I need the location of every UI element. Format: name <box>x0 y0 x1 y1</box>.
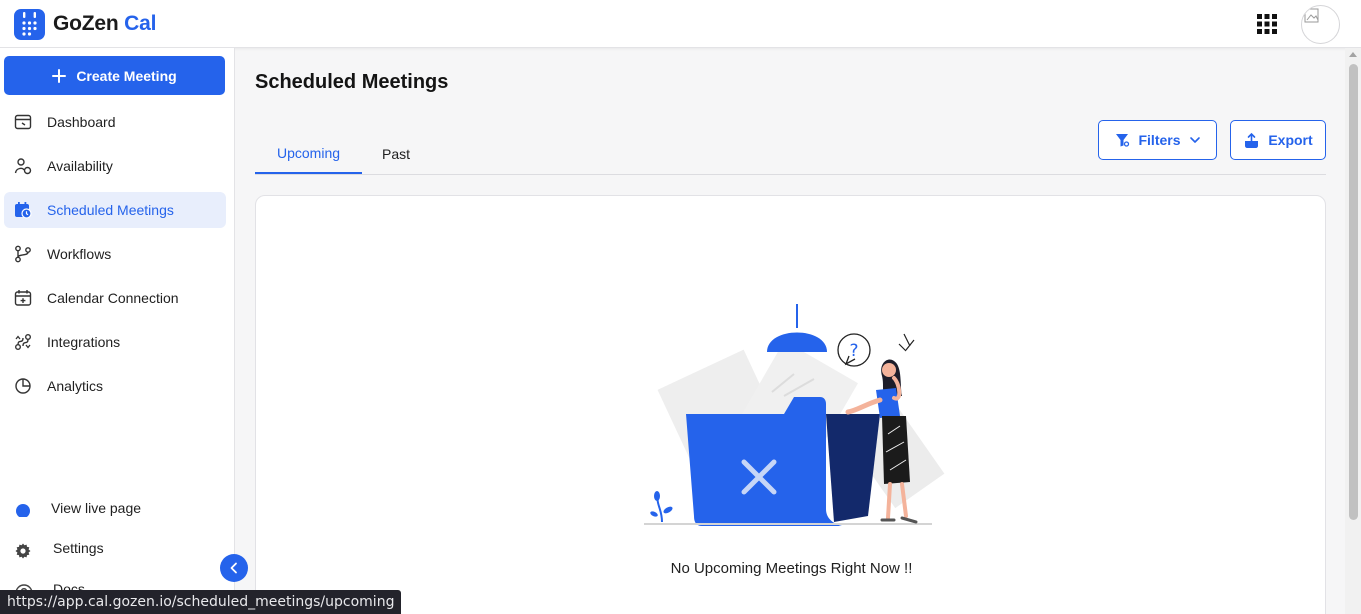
svg-text:?: ? <box>849 341 858 361</box>
sidebar-item-label: Integrations <box>47 334 121 350</box>
availability-icon <box>14 158 32 175</box>
gear-icon <box>15 543 31 559</box>
sidebar-item-label: Dashboard <box>47 114 116 130</box>
sidebar-item-availability[interactable]: Availability <box>4 148 226 184</box>
sidebar-item-integrations[interactable]: Integrations <box>4 324 226 360</box>
export-icon <box>1245 132 1259 148</box>
calendar-plus-icon <box>14 290 32 306</box>
tabs-divider <box>255 174 1326 175</box>
dashboard-icon <box>14 114 32 130</box>
export-label: Export <box>1268 132 1313 148</box>
gozen-cal-logo-icon <box>14 8 45 40</box>
sidebar-item-dashboard[interactable]: Dashboard <box>4 104 226 140</box>
brand-name-part1: GoZen <box>53 12 119 35</box>
settings-label: Settings <box>53 540 104 556</box>
view-live-page-link[interactable]: View live page <box>14 496 214 520</box>
plus-icon <box>52 68 67 83</box>
brand[interactable]: GoZen Cal <box>14 8 156 40</box>
top-bar: GoZen Cal <box>0 0 1361 48</box>
sidebar-item-label: Availability <box>47 158 113 174</box>
sidebar: Create Meeting Dashboard Availability Sc… <box>0 48 235 614</box>
user-avatar[interactable] <box>1301 5 1340 44</box>
workflow-icon <box>15 245 31 263</box>
meetings-card: ? No Upcoming Meetings Right Now !! <box>255 195 1326 614</box>
empty-state-illustration: ? <box>644 304 954 534</box>
calendar-clock-icon <box>15 202 32 219</box>
view-live-page-label: View live page <box>51 500 142 516</box>
sidebar-item-label: Scheduled Meetings <box>47 202 174 218</box>
pie-chart-icon <box>15 378 31 394</box>
sidebar-item-calendar-connection[interactable]: Calendar Connection <box>4 280 226 316</box>
filters-button[interactable]: Filters <box>1098 120 1217 160</box>
chevron-left-icon <box>230 562 237 574</box>
export-button[interactable]: Export <box>1230 120 1326 160</box>
create-meeting-label: Create Meeting <box>76 67 177 84</box>
brand-name: GoZen Cal <box>53 12 156 36</box>
scroll-up-arrow-icon[interactable] <box>1349 52 1357 57</box>
live-dot-icon <box>16 504 30 517</box>
chevron-down-icon <box>1189 137 1200 143</box>
sidebar-item-label: Analytics <box>47 378 104 394</box>
create-meeting-button[interactable]: Create Meeting <box>4 56 225 95</box>
apps-grid-icon[interactable] <box>1256 13 1278 35</box>
brand-name-part2: Cal <box>124 12 157 35</box>
sidebar-item-scheduled-meetings[interactable]: Scheduled Meetings <box>4 192 226 228</box>
scrollbar-thumb[interactable] <box>1349 64 1358 520</box>
filters-label: Filters <box>1138 132 1181 148</box>
sidebar-item-analytics[interactable]: Analytics <box>4 368 226 404</box>
settings-link[interactable]: Settings <box>14 536 214 560</box>
sidebar-item-label: Workflows <box>47 246 112 262</box>
filter-icon <box>1116 134 1130 147</box>
main-content: Scheduled Meetings Upcoming Past Filters… <box>235 48 1345 614</box>
tab-past[interactable]: Past <box>366 134 426 174</box>
collapse-sidebar-button[interactable] <box>220 554 248 582</box>
status-bar-url: https://app.cal.gozen.io/scheduled_meeti… <box>0 590 402 614</box>
sidebar-item-workflows[interactable]: Workflows <box>4 236 226 272</box>
tab-upcoming[interactable]: Upcoming <box>255 134 362 174</box>
empty-state-message: No Upcoming Meetings Right Now !! <box>670 560 913 577</box>
integrations-icon <box>15 334 31 350</box>
page-title: Scheduled Meetings <box>255 71 449 93</box>
sidebar-item-label: Calendar Connection <box>47 290 179 306</box>
